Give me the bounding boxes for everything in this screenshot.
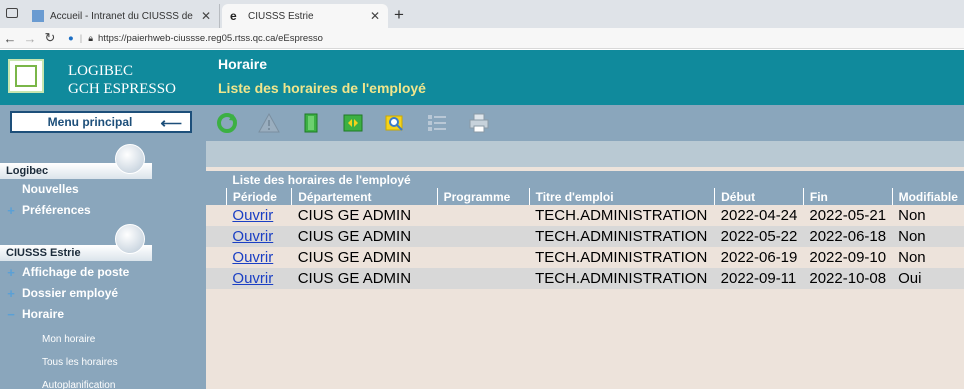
cell-programme — [437, 247, 530, 268]
column-header-fin: Fin — [802, 188, 893, 205]
list-icon[interactable] — [426, 112, 448, 134]
info-strip — [206, 141, 964, 167]
lock-icon[interactable]: 🔒︎ — [88, 33, 93, 44]
tab-ciusss-estrie[interactable]: e CIUSSS Estrie ✕ — [222, 4, 388, 28]
cell-modifiable: Non — [892, 205, 964, 226]
column-header-titre-emploi: Titre d'emploi — [528, 188, 715, 205]
reload-icon[interactable]: ↻ — [40, 30, 60, 46]
url-field[interactable]: ● | 🔒︎ https://paierhweb-ciussse.reg05.r… — [68, 33, 323, 44]
cell-departement: CIUS GE ADMIN — [291, 205, 438, 226]
warning-icon[interactable] — [258, 112, 280, 134]
url-text: https://paierhweb-ciussse.reg05.rtss.qc.… — [98, 32, 323, 44]
expand-plus-icon: + — [7, 264, 15, 280]
table-title: Liste des horaires de l'employé — [226, 171, 964, 188]
main-menu-button[interactable]: Menu principal ⟵ — [10, 111, 192, 133]
cell-fin: 2022-06-18 — [803, 226, 893, 247]
toolbar — [206, 105, 964, 141]
sidebar-subitem-mon-horaire[interactable]: Mon horaire — [0, 329, 206, 349]
sidebar-subitem-autoplanification[interactable]: Autoplanification — [0, 375, 206, 389]
forward-icon[interactable]: → — [20, 31, 40, 46]
table-row: Ouvrir CIUS GE ADMIN TECH.ADMINISTRATION… — [206, 226, 964, 247]
tab-title: CIUSSS Estrie — [248, 10, 314, 22]
browser-tab-bar: Accueil - Intranet du CIUSSS de l ✕ e CI… — [0, 0, 964, 28]
column-header-modifiable: Modifiable — [891, 188, 964, 205]
back-icon[interactable]: ← — [0, 31, 20, 46]
table-row: Ouvrir CIUS GE ADMIN TECH.ADMINISTRATION… — [206, 247, 964, 268]
page-title: Horaire — [218, 56, 268, 72]
tab-close-icon[interactable]: ✕ — [201, 9, 211, 23]
cell-modifiable: Non — [892, 226, 964, 247]
bubble-icon — [115, 144, 145, 174]
sidebar-item-horaire[interactable]: − Horaire — [0, 304, 206, 324]
page-subtitle: Liste des horaires de l'employé — [218, 80, 426, 96]
expand-plus-icon: + — [7, 202, 15, 218]
cell-titre: TECH.ADMINISTRATION — [529, 268, 715, 289]
cell-fin: 2022-09-10 — [803, 247, 893, 268]
cell-debut: 2022-09-11 — [714, 268, 804, 289]
tab-accueil[interactable]: Accueil - Intranet du CIUSSS de l ✕ — [24, 4, 220, 28]
cell-modifiable: Oui — [892, 268, 964, 289]
cell-fin: 2022-10-08 — [803, 268, 893, 289]
sidebar-item-affichage-poste[interactable]: + Affichage de poste — [0, 262, 206, 282]
ie-mode-icon[interactable]: ● — [68, 33, 74, 44]
main-content: Liste des horaires de l'employé Période … — [206, 141, 964, 389]
sidebar-item-preferences[interactable]: + Préférences — [0, 200, 206, 220]
logo-area: LOGIBEC GCH ESPRESSO — [0, 50, 206, 105]
expand-icon[interactable] — [342, 112, 364, 134]
logibec-logo-icon — [8, 59, 44, 93]
column-header-departement: Département — [291, 188, 438, 205]
cell-programme — [437, 226, 530, 247]
search-icon[interactable] — [384, 112, 406, 134]
column-header-periode: Période — [225, 188, 292, 205]
collapse-minus-icon: − — [7, 306, 15, 322]
cell-departement: CIUS GE ADMIN — [291, 268, 438, 289]
page-header: Horaire Liste des horaires de l'employé — [206, 50, 964, 105]
cell-fin: 2022-05-21 — [803, 205, 893, 226]
cell-programme — [437, 205, 530, 226]
sidebar: Logibec Nouvelles + Préférences CIUSSS Es… — [0, 141, 206, 389]
print-icon[interactable] — [468, 112, 490, 134]
cell-titre: TECH.ADMINISTRATION — [529, 226, 715, 247]
tab-actions-icon[interactable] — [6, 8, 18, 18]
tab-close-icon[interactable]: ✕ — [370, 9, 380, 23]
tab-title: Accueil - Intranet du CIUSSS de l — [50, 10, 195, 22]
schedule-table: Liste des horaires de l'employé Période … — [206, 171, 964, 289]
bubble-icon — [115, 224, 145, 254]
cell-debut: 2022-04-24 — [714, 205, 804, 226]
cell-departement: CIUS GE ADMIN — [291, 226, 438, 247]
address-bar: ← → ↻ ● | 🔒︎ https://paierhweb-ciussse.r… — [0, 28, 964, 49]
sidebar-item-dossier-employe[interactable]: + Dossier employé — [0, 283, 206, 303]
intranet-favicon-icon — [32, 10, 44, 22]
sidebar-item-nouvelles[interactable]: Nouvelles — [0, 179, 206, 199]
cell-departement: CIUS GE ADMIN — [291, 247, 438, 268]
table-row: Ouvrir CIUS GE ADMIN TECH.ADMINISTRATION… — [206, 205, 964, 226]
open-link[interactable]: Ouvrir — [226, 205, 292, 226]
collapse-arrow-icon: ⟵ — [160, 115, 182, 132]
table-row: Ouvrir CIUS GE ADMIN TECH.ADMINISTRATION… — [206, 268, 964, 289]
cell-modifiable: Non — [892, 247, 964, 268]
open-link[interactable]: Ouvrir — [226, 268, 292, 289]
cell-programme — [437, 268, 530, 289]
cell-debut: 2022-05-22 — [714, 226, 804, 247]
sidebar-subitem-tous-horaires[interactable]: Tous les horaires — [0, 352, 206, 372]
logo-text: LOGIBEC GCH ESPRESSO — [68, 63, 176, 97]
refresh-icon[interactable] — [216, 112, 238, 134]
ie-favicon-icon: e — [230, 9, 237, 23]
column-header-programme: Programme — [436, 188, 530, 205]
column-icon[interactable] — [300, 112, 322, 134]
open-link[interactable]: Ouvrir — [226, 226, 292, 247]
menu-row: Menu principal ⟵ — [0, 105, 206, 141]
cell-titre: TECH.ADMINISTRATION — [529, 247, 715, 268]
expand-plus-icon: + — [7, 285, 15, 301]
cell-debut: 2022-06-19 — [714, 247, 804, 268]
new-tab-icon[interactable]: + — [394, 5, 404, 25]
column-header-debut: Début — [714, 188, 804, 205]
open-link[interactable]: Ouvrir — [226, 247, 292, 268]
cell-titre: TECH.ADMINISTRATION — [529, 205, 715, 226]
